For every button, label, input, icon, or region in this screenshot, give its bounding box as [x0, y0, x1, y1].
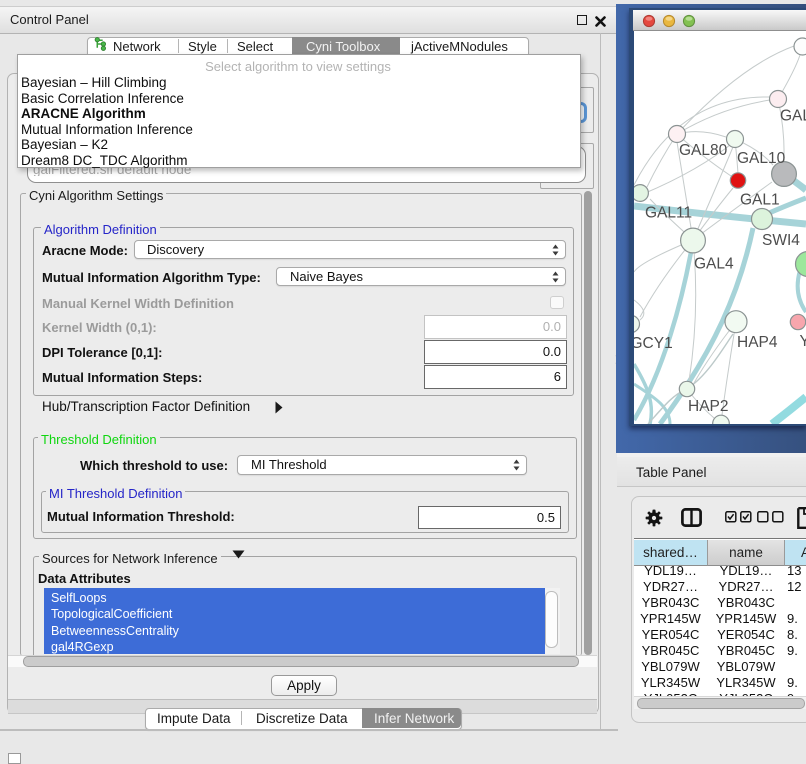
svg-text:GAL10: GAL10 — [737, 150, 786, 167]
svg-text:SWI4: SWI4 — [762, 232, 800, 249]
svg-text:HAP4: HAP4 — [737, 334, 778, 351]
svg-text:GAL11: GAL11 — [645, 205, 692, 222]
svg-text:HAP2: HAP2 — [688, 398, 729, 415]
svg-text:GAL: GAL — [780, 108, 806, 125]
svg-text:GCY1: GCY1 — [634, 335, 673, 352]
svg-text:GAL4: GAL4 — [694, 256, 734, 273]
svg-text:GAL1: GAL1 — [740, 192, 780, 209]
svg-text:GAL80: GAL80 — [679, 142, 728, 159]
svg-text:Y: Y — [800, 333, 806, 350]
